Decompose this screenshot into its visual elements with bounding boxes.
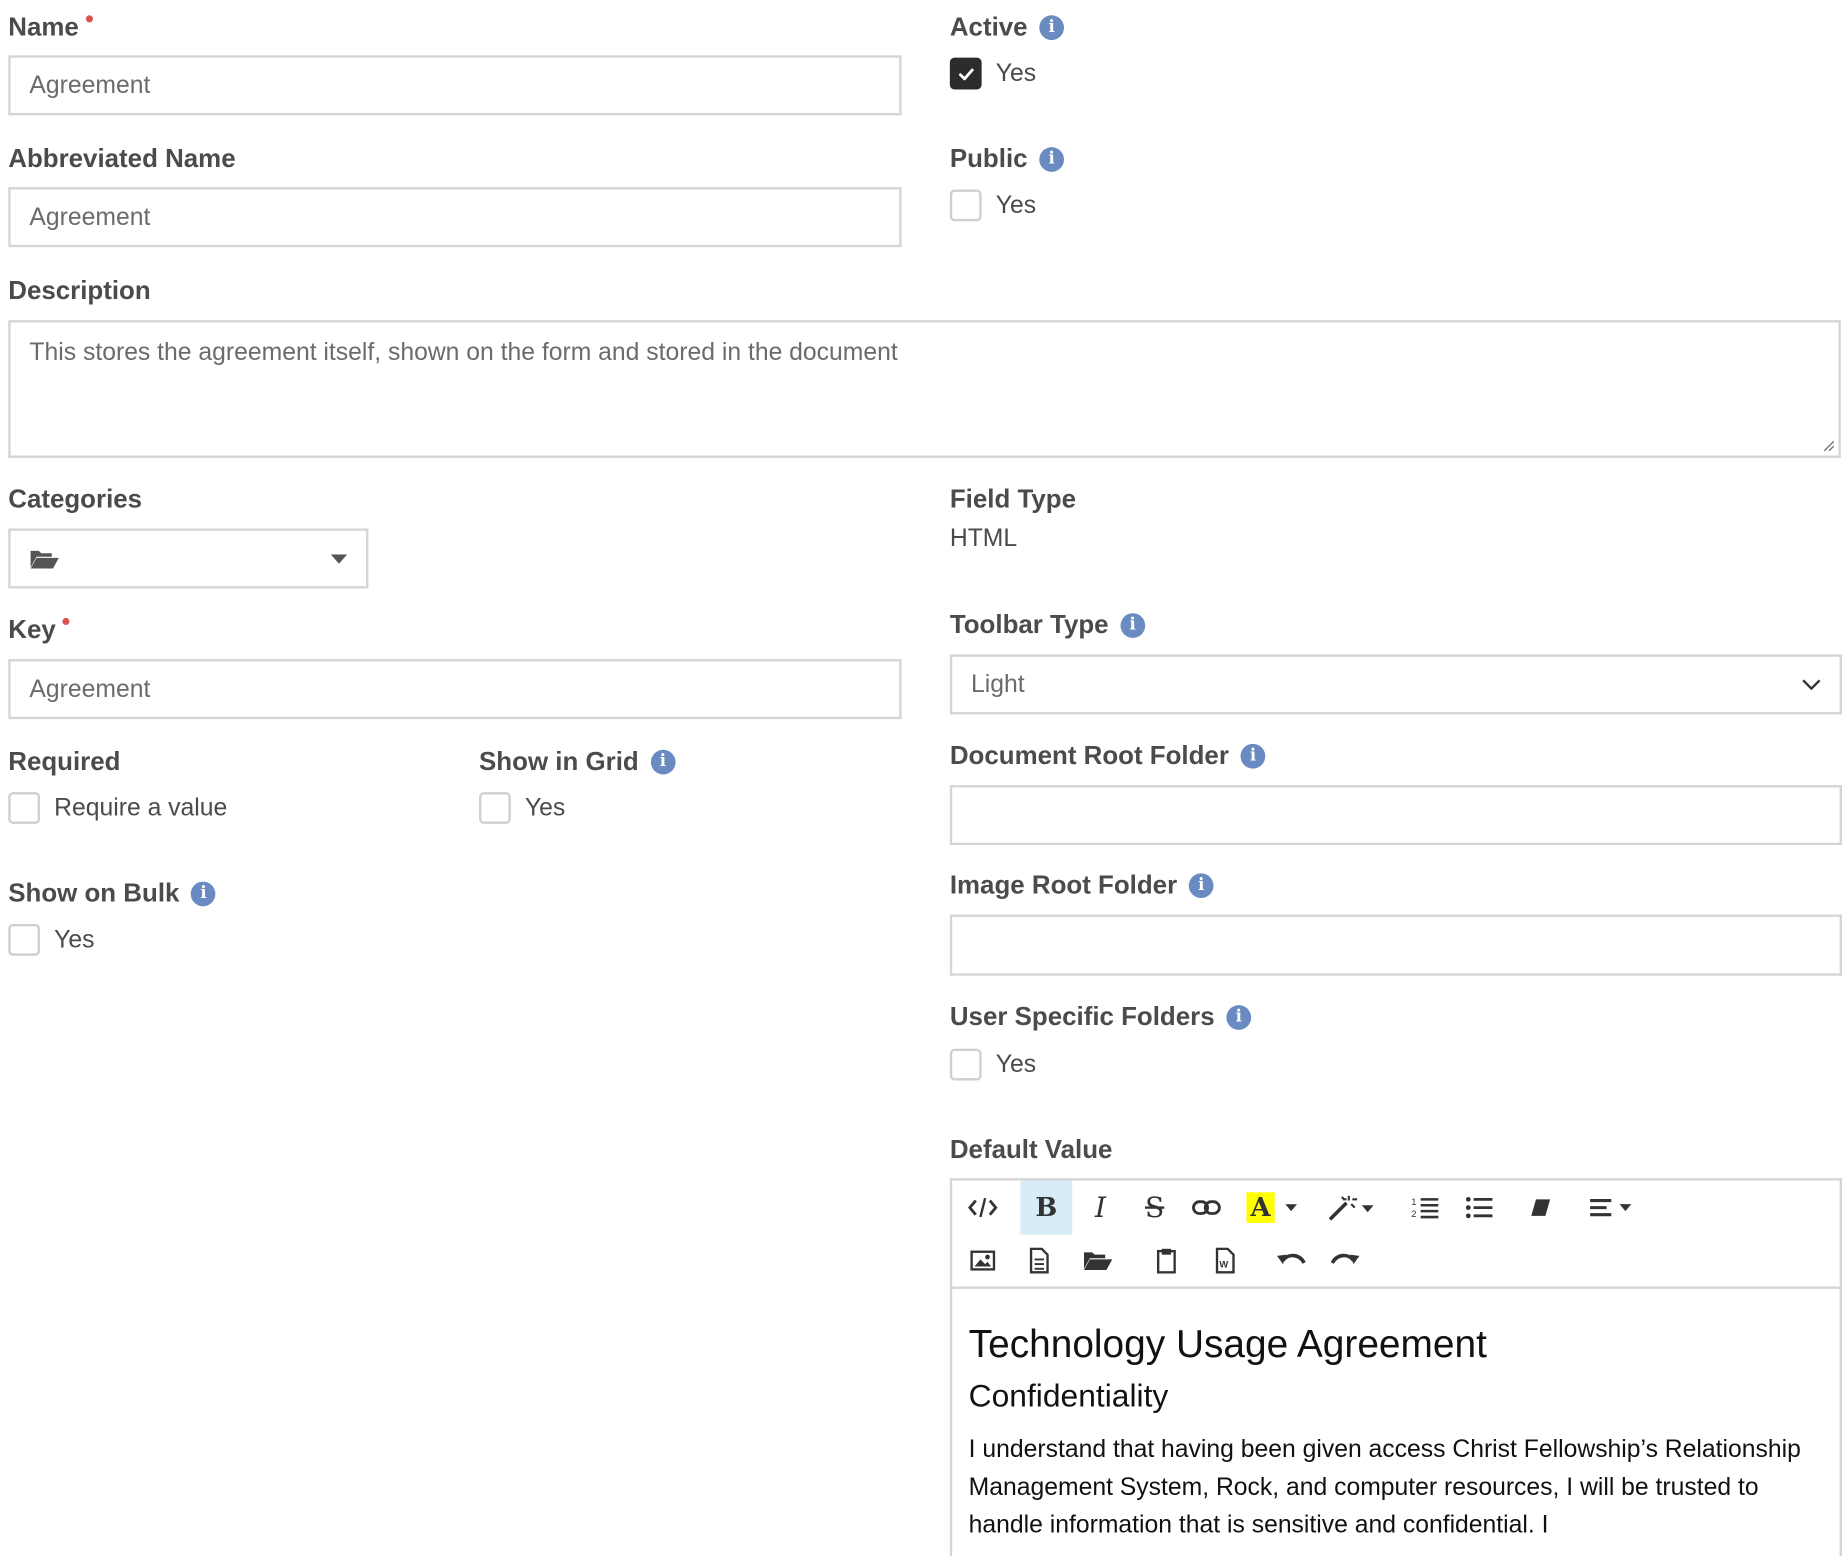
- user-specific-folders-checkbox[interactable]: [949, 1048, 982, 1081]
- public-label: Public i: [950, 144, 1065, 175]
- attribute-edit-form: Name Agreement Abbreviated Name Agreemen…: [0, 0, 1844, 1556]
- categories-picker[interactable]: [8, 528, 369, 589]
- clipboard-icon[interactable]: [1141, 1235, 1193, 1287]
- resize-handle-icon[interactable]: [1821, 438, 1835, 452]
- show-in-grid-checkbox-row[interactable]: Yes: [479, 792, 565, 824]
- undo-icon[interactable]: [1265, 1235, 1317, 1287]
- user-specific-folders-label: User Specific Folders i: [950, 1002, 1252, 1033]
- svg-text:1: 1: [1411, 1196, 1416, 1207]
- public-checkbox[interactable]: [949, 189, 982, 222]
- categories-label: Categories: [8, 483, 143, 514]
- bold-icon[interactable]: B: [1020, 1180, 1073, 1235]
- document-root-folder-label: Document Root Folder i: [950, 740, 1266, 771]
- toolbar-type-label: Toolbar Type i: [950, 610, 1146, 641]
- editor-toolbar: B I S A 12 W: [952, 1180, 1840, 1289]
- show-in-grid-checkbox[interactable]: [479, 792, 511, 824]
- strikethrough-icon[interactable]: S: [1129, 1182, 1181, 1234]
- image-root-folder-label: Image Root Folder i: [950, 870, 1214, 901]
- link-icon[interactable]: [1181, 1182, 1233, 1234]
- required-indicator: [85, 15, 93, 23]
- required-label: Required: [8, 746, 121, 776]
- active-checkbox[interactable]: [949, 57, 982, 90]
- eraser-icon[interactable]: [1515, 1182, 1567, 1234]
- public-checkbox-row[interactable]: Yes: [949, 189, 1036, 222]
- default-value-label: Default Value: [949, 1134, 1113, 1165]
- abbreviated-name-label: Abbreviated Name: [8, 143, 236, 174]
- required-checkbox-row[interactable]: Require a value: [8, 792, 227, 824]
- info-icon[interactable]: i: [1039, 14, 1065, 40]
- key-label: Key: [8, 614, 70, 645]
- info-icon[interactable]: i: [1240, 743, 1266, 768]
- required-indicator: [62, 617, 70, 625]
- chevron-down-icon: [1802, 678, 1821, 690]
- info-icon[interactable]: i: [1039, 146, 1065, 172]
- field-type-value: HTML: [949, 524, 1018, 553]
- svg-text:2: 2: [1411, 1208, 1416, 1219]
- unordered-list-icon[interactable]: [1454, 1182, 1506, 1234]
- image-icon[interactable]: [957, 1235, 1009, 1287]
- user-specific-folders-checkbox-row[interactable]: Yes: [949, 1048, 1036, 1081]
- name-label: Name: [8, 12, 93, 43]
- show-on-bulk-checkbox[interactable]: [8, 923, 41, 956]
- content-heading-2: Confidentiality: [968, 1378, 1169, 1414]
- html-editor[interactable]: B I S A 12 W Technology Usage Agreement …: [949, 1178, 1843, 1556]
- toolbar-type-select[interactable]: Light: [949, 654, 1843, 715]
- image-root-folder-input[interactable]: [949, 914, 1843, 976]
- align-icon[interactable]: [1583, 1182, 1642, 1234]
- show-in-grid-label: Show in Grid i: [479, 746, 676, 777]
- editor-content[interactable]: Technology Usage Agreement Confidentiali…: [952, 1289, 1839, 1544]
- magic-wand-icon[interactable]: [1324, 1182, 1376, 1234]
- caret-down-icon: [330, 553, 348, 564]
- abbreviated-name-input[interactable]: Agreement: [8, 187, 902, 248]
- italic-icon[interactable]: I: [1075, 1182, 1127, 1234]
- info-icon[interactable]: i: [1120, 612, 1146, 638]
- file-icon[interactable]: [1013, 1235, 1065, 1287]
- info-icon[interactable]: i: [1188, 872, 1214, 898]
- ordered-list-icon[interactable]: 12: [1399, 1182, 1451, 1234]
- dropdown-caret-icon[interactable]: [1277, 1182, 1305, 1234]
- show-on-bulk-checkbox-row[interactable]: Yes: [8, 923, 94, 956]
- word-file-icon[interactable]: W: [1199, 1235, 1251, 1287]
- required-checkbox[interactable]: [8, 792, 41, 824]
- show-on-bulk-label: Show on Bulk i: [8, 878, 216, 909]
- info-icon[interactable]: i: [650, 749, 676, 774]
- description-textarea[interactable]: This stores the agreement itself, shown …: [8, 320, 1841, 458]
- code-view-icon[interactable]: [957, 1182, 1009, 1234]
- active-label: Active i: [950, 12, 1065, 43]
- description-label: Description: [8, 275, 151, 305]
- content-paragraph: I understand that having been given acce…: [968, 1435, 1801, 1539]
- key-input[interactable]: Agreement: [8, 659, 902, 720]
- svg-text:W: W: [1219, 1259, 1228, 1270]
- redo-icon[interactable]: [1319, 1235, 1371, 1287]
- document-root-folder-input[interactable]: [949, 785, 1843, 846]
- info-icon[interactable]: i: [191, 880, 216, 906]
- field-type-label: Field Type: [949, 483, 1076, 514]
- info-icon[interactable]: i: [1226, 1004, 1252, 1030]
- content-heading-1: Technology Usage Agreement: [968, 1321, 1487, 1366]
- folder-open-icon[interactable]: [1072, 1235, 1124, 1287]
- active-checkbox-row[interactable]: Yes: [949, 57, 1036, 90]
- checkmark-icon: [958, 68, 974, 80]
- folder-open-icon: [30, 550, 59, 568]
- name-input[interactable]: Agreement: [8, 55, 902, 116]
